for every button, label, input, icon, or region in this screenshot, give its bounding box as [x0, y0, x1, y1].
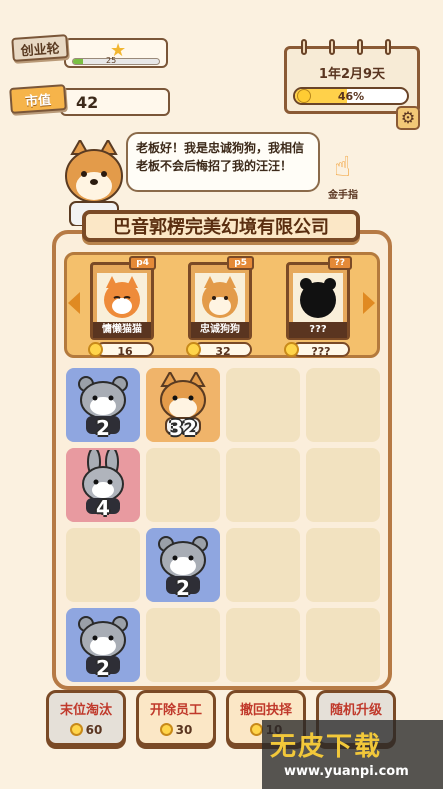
silhouette-portrait [293, 273, 343, 323]
calendar-date: 1年2月9天 [318, 67, 386, 82]
hamster-employee-tile[interactable]: 2 [66, 608, 140, 682]
hamster-employee-tile[interactable]: 2 [146, 528, 220, 602]
recruit-card-locked[interactable]: ?? ??? [286, 256, 352, 340]
coin-icon [249, 723, 263, 736]
rank-progress-text: 25 [106, 56, 117, 65]
golden-finger-button[interactable]: ☝ 金手指 [328, 150, 368, 202]
card-level-badge: p5 [227, 256, 254, 270]
button-label: 开除员工 [149, 703, 202, 718]
dog-portrait [195, 273, 245, 323]
watermark: 无皮下载 www.yuanpi.com [262, 720, 443, 789]
calendar-progress-text: 46% [337, 90, 365, 103]
market-value-box: 42 [60, 88, 170, 116]
company-name: 巴音郭楞完美幻境有限公司 [113, 217, 329, 238]
cost-value: 60 [85, 723, 103, 737]
card-price: ??? [292, 342, 350, 358]
gear-icon: ⚙ [400, 108, 416, 127]
company-name-banner: 巴音郭楞完美幻境有限公司 [82, 210, 360, 242]
button-cost: 30 [139, 723, 213, 737]
button-cost: 60 [49, 723, 123, 737]
tile-number: 2 [96, 656, 110, 680]
rank-progress-box: ★ 25 [64, 38, 168, 68]
coin-icon [69, 723, 83, 736]
card-price: 32 [194, 342, 252, 358]
calendar-ring [301, 39, 307, 55]
board-cell[interactable] [306, 448, 380, 522]
card-level-badge: p4 [129, 256, 156, 270]
board-cell[interactable] [146, 448, 220, 522]
tile-number: 32 [169, 416, 197, 440]
card-name: 忠诚狗狗 [191, 322, 249, 338]
board-cell[interactable] [306, 528, 380, 602]
calendar-progress-bar: 46% [293, 87, 409, 105]
speech-text: 老板好！我是忠诚狗狗，我相信老板不会后悔招了我的汪汪！ [136, 141, 305, 173]
card-price: 16 [96, 342, 154, 358]
tile-number: 2 [176, 576, 190, 600]
board-cell[interactable] [146, 608, 220, 682]
calendar-widget: 1年2月9天 46% [284, 39, 420, 114]
market-value: 42 [76, 93, 99, 112]
board-cell[interactable] [306, 608, 380, 682]
arrow-left-button[interactable] [68, 292, 80, 314]
board-cell[interactable] [226, 368, 300, 442]
coin-icon [284, 342, 299, 357]
eliminate-last-button[interactable]: 末位淘汰 60 [46, 690, 126, 746]
hamster-employee-tile[interactable]: 2 [66, 368, 140, 442]
coin-icon [186, 342, 201, 357]
card-level-badge: ?? [327, 256, 352, 270]
arrow-right-button[interactable] [363, 292, 375, 314]
recruit-card[interactable]: p4 慵懒猫猫 [90, 256, 156, 340]
watermark-logo: 无皮下载 [270, 732, 383, 762]
market-label: 市值 [9, 84, 67, 114]
button-label: 撤回抉择 [239, 703, 292, 718]
button-label: 末位淘汰 [59, 703, 112, 718]
calendar-ring [385, 39, 391, 55]
calendar-ring [329, 39, 335, 55]
board-cell[interactable] [66, 528, 140, 602]
fire-employee-button[interactable]: 开除员工 30 [136, 690, 216, 746]
board-cell[interactable] [226, 448, 300, 522]
shiba-employee-tile[interactable]: 32 [146, 368, 220, 442]
card-price-value: ??? [311, 345, 331, 358]
card-name: ??? [289, 322, 347, 338]
tile-number: 4 [96, 496, 110, 520]
coin-icon [159, 723, 173, 736]
button-label: 随机升级 [329, 703, 382, 718]
card-name: 慵懒猫猫 [93, 322, 151, 338]
settings-gear-button[interactable]: ⚙ [396, 106, 420, 130]
watermark-url: www.yuanpi.com [284, 764, 409, 779]
board-cell[interactable] [226, 528, 300, 602]
cost-value: 30 [175, 723, 193, 737]
rank-progress-fill [73, 59, 84, 64]
tile-number: 2 [96, 416, 110, 440]
board-cell[interactable] [226, 608, 300, 682]
card-price-value: 32 [215, 345, 231, 358]
speech-bubble: 老板好！我是忠诚狗狗，我相信老板不会后悔招了我的汪汪！ [126, 132, 320, 192]
recruit-card[interactable]: p5 忠诚狗狗 [188, 256, 254, 340]
golden-finger-label: 金手指 [328, 190, 358, 201]
rabbit-employee-tile[interactable]: 4 [66, 448, 140, 522]
coin-icon [88, 342, 103, 357]
calendar-ring [357, 39, 363, 55]
card-price-value: 16 [117, 345, 133, 358]
rank-label: 创业轮 [11, 34, 69, 62]
pointing-hand-icon: ☝ [334, 150, 352, 183]
board-cell[interactable] [306, 368, 380, 442]
cat-portrait [97, 273, 147, 323]
